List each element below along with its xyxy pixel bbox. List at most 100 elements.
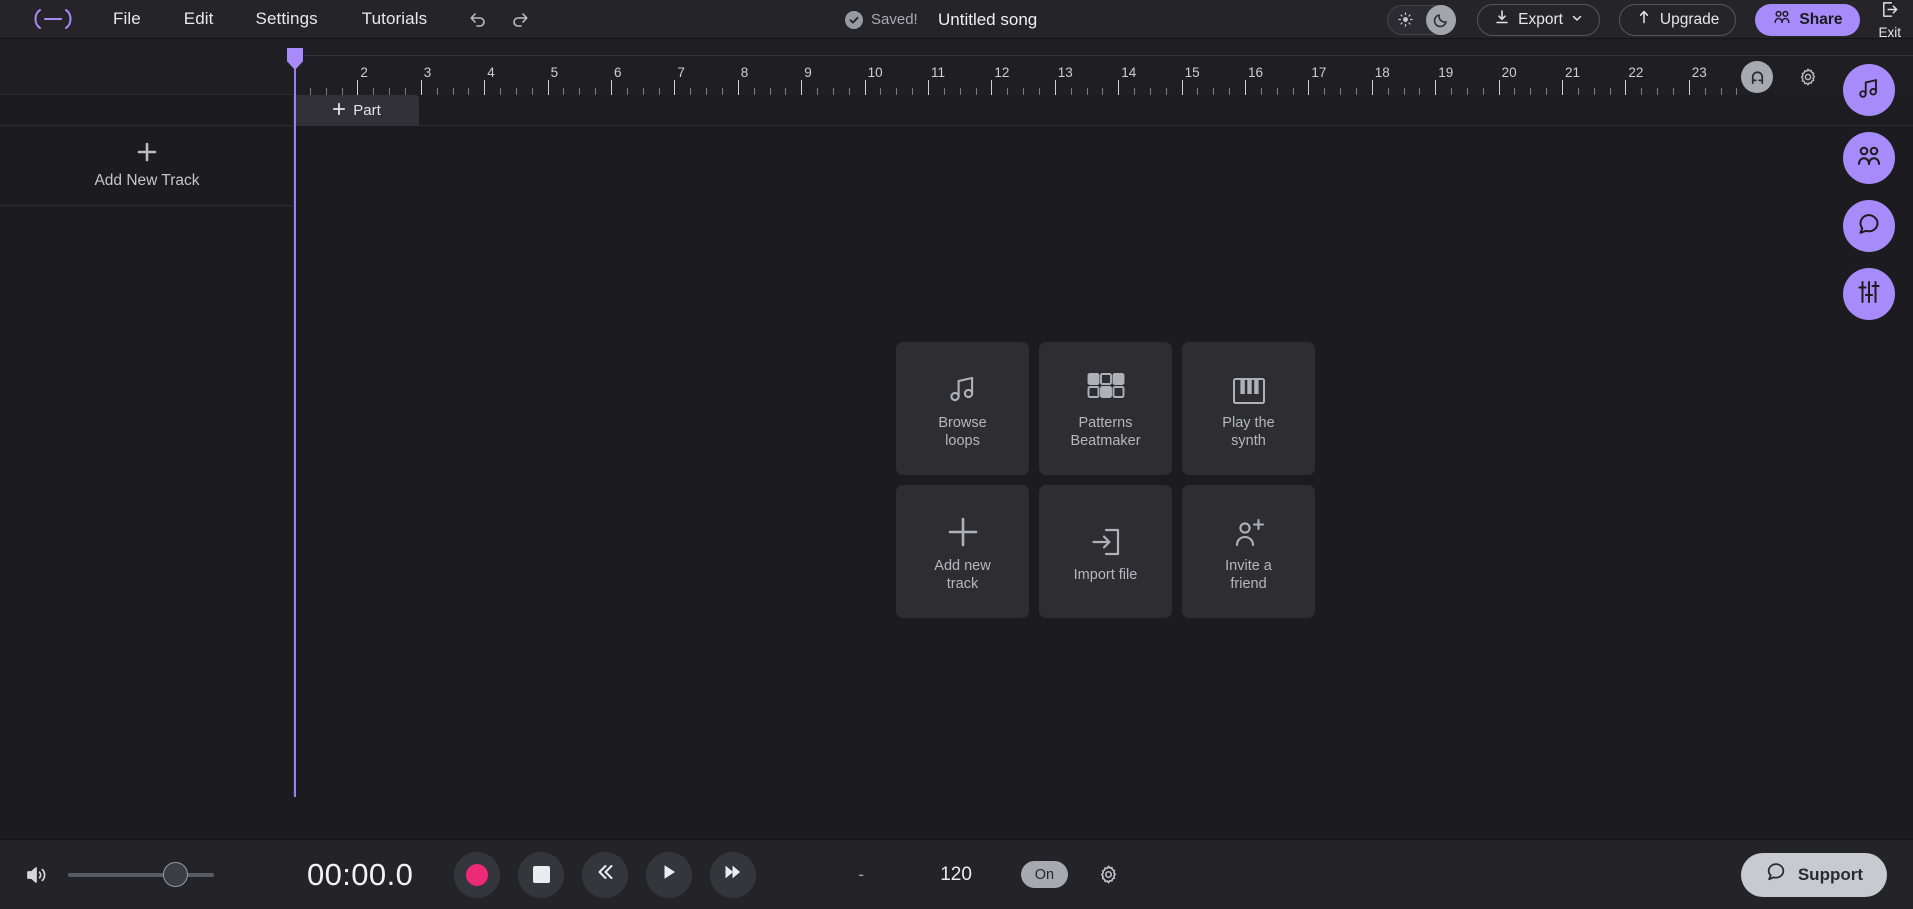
quick-actions-grid: Browse loops Patterns Beatmaker Play the: [896, 342, 1315, 618]
app-logo-icon[interactable]: [31, 6, 75, 32]
stop-icon: [532, 866, 550, 883]
right-side-rail: [1843, 64, 1895, 320]
upgrade-label: Upgrade: [1659, 10, 1720, 28]
card-invite-a-friend[interactable]: Invite a friend: [1182, 485, 1315, 618]
volume-slider-thumb[interactable]: [163, 862, 188, 887]
support-button[interactable]: Support: [1740, 852, 1887, 897]
share-button[interactable]: Share: [1755, 3, 1861, 36]
ruler-sub-tick: [1736, 88, 1738, 95]
rail-collaborate-button[interactable]: [1843, 132, 1895, 184]
ruler-bar-tick: [611, 80, 612, 95]
redo-icon[interactable]: [505, 4, 535, 34]
ruler-bar-tick: [1308, 80, 1310, 95]
people-icon: [1856, 143, 1882, 174]
ruler-bar-tick: [547, 80, 549, 95]
timeline-ruler[interactable]: 2 3 4 5 6 7 8 9 10 11 12 13 14 15 16 17 18 19 20 21 22 23: [294, 39, 1913, 95]
ruler-sub-tick: [642, 88, 644, 95]
ruler-sub-tick: [959, 88, 961, 95]
card-add-new-track[interactable]: Add new track: [896, 485, 1029, 618]
piano-keys-icon: [1232, 366, 1266, 406]
moon-icon[interactable]: [1426, 4, 1457, 35]
bpm-value[interactable]: 120: [940, 864, 972, 886]
track-list-panel: Add New Track: [0, 95, 294, 797]
ruler-bar-number: 13: [1057, 65, 1073, 80]
rewind-button[interactable]: [582, 851, 629, 898]
rail-loops-button[interactable]: [1843, 64, 1895, 116]
metronome-toggle[interactable]: On: [1020, 861, 1068, 888]
ruler-bar-tick: [674, 80, 676, 95]
ruler-bar-number: 14: [1121, 65, 1137, 80]
fast-forward-button[interactable]: [710, 851, 757, 898]
record-button[interactable]: [454, 851, 501, 898]
ruler-bar-tick: [928, 80, 929, 95]
menu-tutorials[interactable]: Tutorials: [362, 5, 427, 33]
key-signature-value[interactable]: -: [852, 865, 870, 885]
ruler-sub-tick: [832, 88, 834, 95]
ruler-sub-tick: [500, 88, 502, 95]
undo-icon[interactable]: [463, 4, 493, 34]
time-display[interactable]: 00:00.0: [307, 857, 413, 893]
speaker-icon[interactable]: [22, 864, 52, 886]
menu-settings[interactable]: Settings: [256, 5, 318, 33]
ruler-sub-tick: [595, 88, 597, 95]
card-browse-loops[interactable]: Browse loops: [896, 342, 1029, 475]
export-button[interactable]: Export: [1477, 3, 1600, 36]
magnet-icon[interactable]: [1741, 61, 1773, 93]
timeline-ruler-row: 2 3 4 5 6 7 8 9 10 11 12 13 14 15 16 17 18 19 20 21 22 23: [0, 39, 1913, 95]
rail-chat-button[interactable]: [1843, 200, 1895, 252]
ruler-sub-tick: [1403, 88, 1405, 95]
ruler-bar-number: 23: [1691, 65, 1707, 80]
ruler-bar-tick: [864, 80, 866, 95]
exit-label: Exit: [1878, 24, 1901, 40]
ruler-bar-number: 18: [1374, 65, 1390, 80]
ruler-bar-number: 12: [994, 65, 1010, 80]
rail-mixer-button[interactable]: [1843, 268, 1895, 320]
menu-file[interactable]: File: [113, 5, 141, 33]
metronome-settings-gear-icon[interactable]: [1096, 864, 1122, 885]
ruler-sub-tick: [706, 88, 708, 95]
card-play-the-synth[interactable]: Play the synth: [1182, 342, 1315, 475]
plus-icon: [136, 141, 158, 168]
ruler-sub-tick: [817, 88, 819, 95]
exit-button[interactable]: Exit: [1878, 0, 1901, 40]
ruler-bar-number: 21: [1565, 65, 1581, 80]
upgrade-button[interactable]: Upgrade: [1618, 3, 1737, 36]
sliders-icon: [1856, 279, 1882, 310]
add-part-button[interactable]: Part: [294, 95, 419, 126]
card-label: Play the synth: [1222, 415, 1275, 449]
stop-button[interactable]: [518, 851, 565, 898]
ruler-bar-number: 16: [1248, 65, 1264, 80]
menu-edit[interactable]: Edit: [184, 5, 214, 33]
play-button[interactable]: [646, 851, 693, 898]
add-new-track-label: Add New Track: [94, 172, 200, 189]
volume-slider[interactable]: [68, 858, 214, 892]
ruler-sub-tick: [1593, 88, 1595, 95]
ruler-bar-number: 11: [931, 65, 946, 80]
check-circle-icon: [845, 10, 863, 29]
ruler-bar-tick: [1118, 80, 1120, 95]
card-patterns-beatmaker[interactable]: Patterns Beatmaker: [1039, 342, 1172, 475]
ruler-bar-number: 17: [1311, 65, 1327, 80]
ruler-settings-gear-icon[interactable]: [1793, 62, 1823, 92]
ruler-bar-number: 7: [677, 65, 685, 80]
ruler-sub-tick: [1229, 88, 1231, 95]
ruler-bar-tick: [484, 80, 486, 95]
ruler-sub-tick: [579, 88, 581, 95]
ruler-sub-tick: [1514, 88, 1516, 95]
rewind-icon: [594, 861, 616, 888]
ruler-sub-tick: [1577, 88, 1579, 95]
transport-bar: 00:00.0 - 120 On Support: [0, 839, 1913, 909]
play-icon: [659, 862, 679, 887]
sun-icon[interactable]: [1388, 5, 1422, 35]
ruler-sub-tick: [1419, 88, 1421, 95]
exit-icon: [1880, 0, 1899, 24]
song-title[interactable]: Untitled song: [938, 0, 1037, 39]
ruler-bar-tick: [1498, 80, 1500, 95]
card-label: Import file: [1073, 567, 1138, 584]
ruler-sub-tick: [975, 88, 977, 95]
card-import-file[interactable]: Import file: [1039, 485, 1172, 618]
support-label: Support: [1797, 864, 1863, 884]
track-panel-header: [0, 95, 294, 126]
add-new-track-button[interactable]: Add New Track: [0, 126, 294, 206]
theme-toggle[interactable]: [1387, 4, 1457, 35]
